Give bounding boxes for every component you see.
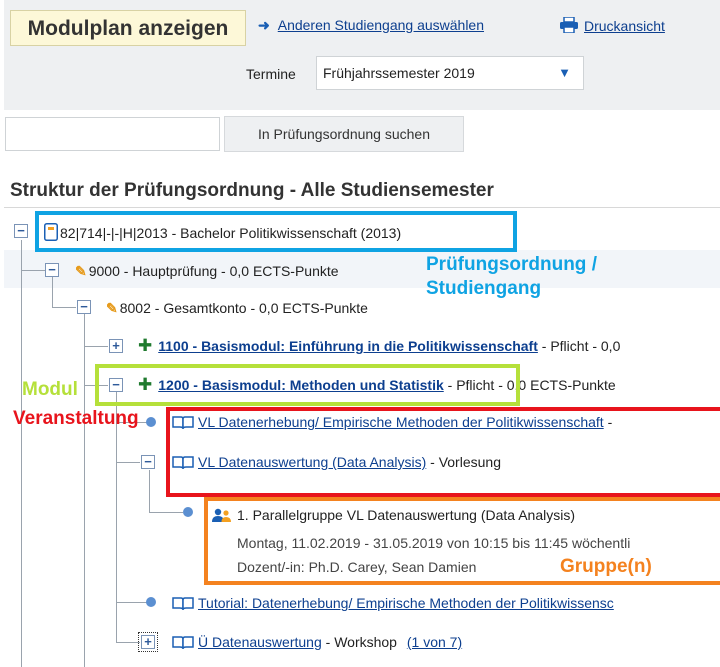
print-view-label[interactable]: Druckansicht (584, 18, 665, 34)
annotation-label-veranstaltung: Veranstaltung (13, 408, 139, 429)
book-icon (172, 597, 194, 610)
workshop-link[interactable]: Ü Datenauswertung (198, 634, 322, 650)
annotation-label-modul: Modul (22, 379, 78, 400)
hauptpruefung-label: 9000 - Hauptprüfung - 0,0 ECTS-Punkte (88, 263, 339, 279)
annotation-label-gruppe: Gruppe(n) (560, 556, 652, 577)
annotation-label-studiengang: Studiengang (426, 278, 542, 299)
collapse-toggle[interactable]: − (45, 263, 59, 277)
pencil-icon: ✎ (106, 300, 118, 316)
tree-line (21, 240, 22, 667)
module-1100-suffix: - Pflicht - 0,0 (541, 338, 621, 354)
change-program-label[interactable]: Anderen Studiengang auswählen (278, 17, 484, 33)
tree-node-gesamtkonto[interactable]: ✎ 8002 - Gesamtkonto - 0,0 ECTS-Punkte (106, 299, 368, 317)
module-1100-link[interactable]: 1100 - Basismodul: Einführung in die Pol… (158, 338, 538, 354)
tree-node-workshop[interactable]: Ü Datenauswertung - Workshop (1 von 7) (172, 633, 462, 651)
leaf-bullet (146, 597, 156, 607)
tree-line (116, 642, 140, 643)
tutorial-link[interactable]: Tutorial: Datenerhebung/ Empirische Meth… (198, 595, 614, 611)
divider (4, 207, 720, 208)
tree-line (116, 602, 150, 603)
structure-title: Struktur der Prüfungsordnung - Alle Stud… (10, 180, 494, 201)
collapse-toggle[interactable]: − (14, 224, 28, 238)
tree-line (149, 470, 150, 512)
tree-line (84, 346, 108, 347)
tree-line (52, 277, 53, 307)
print-view-link[interactable]: Druckansicht (560, 16, 665, 34)
puzzle-icon: ✚ (138, 336, 153, 355)
annotation-box-modul (95, 364, 520, 406)
printer-icon (560, 16, 578, 34)
collapse-toggle[interactable]: − (141, 455, 155, 469)
termine-value: Frühjahrssemester 2019 (323, 65, 475, 81)
search-input[interactable] (5, 117, 220, 151)
tree-line (52, 307, 76, 308)
annotation-box-veranstaltung (166, 407, 720, 497)
workshop-suffix: - Workshop (325, 634, 397, 650)
chevron-down-icon: ▼ (558, 65, 571, 80)
tree-node-tutorial[interactable]: Tutorial: Datenerhebung/ Empirische Meth… (172, 594, 614, 612)
leaf-bullet (146, 417, 156, 427)
search-button[interactable]: In Prüfungsordnung suchen (224, 116, 464, 152)
collapse-toggle[interactable]: − (77, 300, 91, 314)
gesamtkonto-label: 8002 - Gesamtkonto - 0,0 ECTS-Punkte (119, 300, 368, 316)
expand-toggle[interactable]: + (109, 339, 123, 353)
termine-label: Termine (246, 66, 296, 82)
termine-select[interactable]: Frühjahrssemester 2019 ▼ (316, 56, 584, 90)
expand-toggle[interactable]: + (138, 632, 158, 652)
annotation-label-pruefungsordnung: Prüfungsordnung / (426, 254, 597, 275)
tree-node-module-1100[interactable]: ✚ 1100 - Basismodul: Einführung in die Po… (138, 337, 620, 355)
tree-node-hauptpruefung[interactable]: ✎ 9000 - Hauptprüfung - 0,0 ECTS-Punkte (75, 262, 339, 280)
tree-line (21, 270, 45, 271)
pager-link[interactable]: (1 von 7) (407, 634, 462, 650)
leaf-bullet (183, 507, 193, 517)
change-program-link[interactable]: ➜ Anderen Studiengang auswählen (258, 17, 484, 34)
tree-line (84, 314, 85, 667)
pencil-icon: ✎ (75, 263, 87, 279)
tree-line (149, 512, 183, 513)
arrow-right-icon: ➜ (258, 17, 270, 33)
page-title: Modulplan anzeigen (10, 10, 246, 46)
book-icon (172, 636, 194, 649)
annotation-box-pruefungsordnung (35, 211, 517, 252)
tree-line (116, 462, 140, 463)
